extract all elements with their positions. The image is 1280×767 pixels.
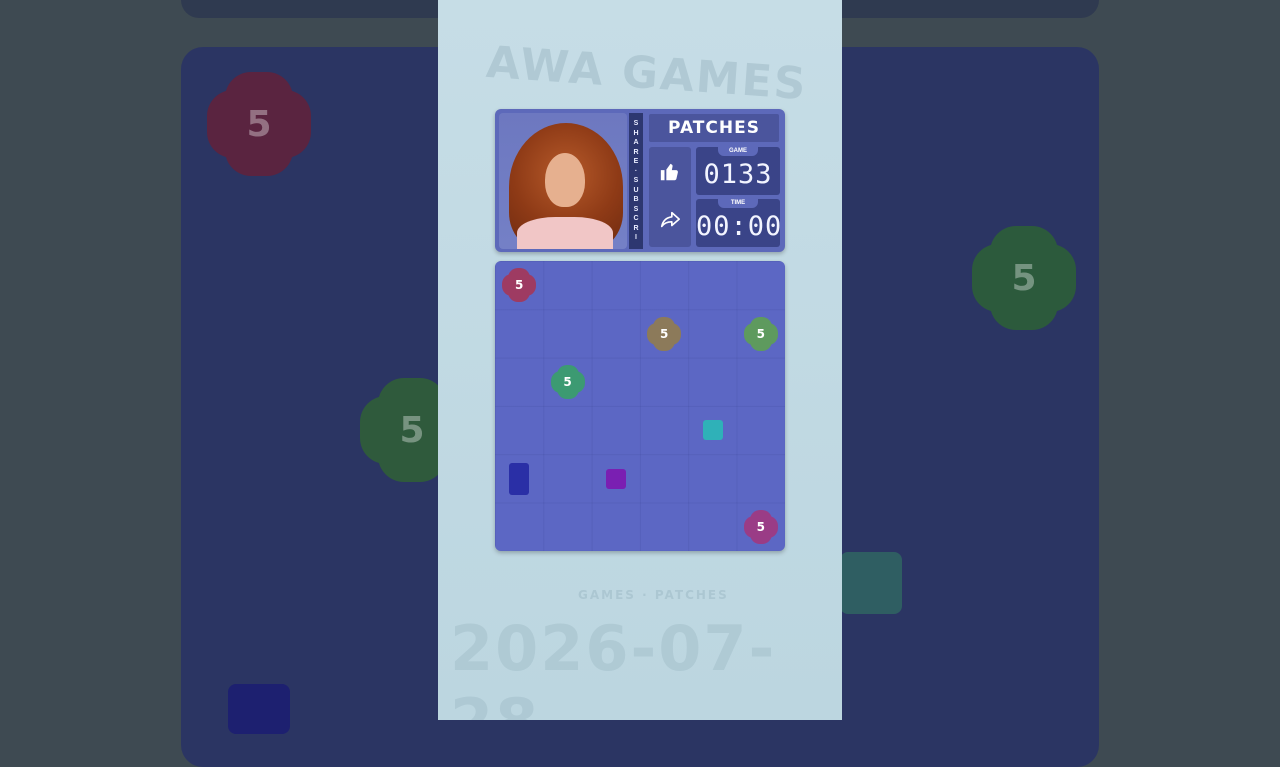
vertical-letter: I xyxy=(635,234,637,242)
backdrop-patch: 5 xyxy=(972,226,1076,330)
vertical-letter: · xyxy=(634,167,638,175)
number-patch[interactable]: 5 xyxy=(502,268,537,303)
vertical-letter: S xyxy=(633,177,639,185)
game-counter-label: GAME xyxy=(718,147,758,156)
time-counter-value: 00:00 xyxy=(696,211,783,242)
backdrop-cell xyxy=(840,552,902,614)
thumbs-up-icon[interactable] xyxy=(649,149,691,195)
share-arrow-icon[interactable] xyxy=(649,197,691,243)
vertical-letter: H xyxy=(633,129,639,137)
patch-number: 5 xyxy=(756,519,765,534)
vertical-letter: E xyxy=(633,158,639,166)
host-photo xyxy=(499,113,627,249)
game-counter: GAME 0133 xyxy=(696,147,780,195)
patch-number: 5 xyxy=(756,326,765,341)
number-patch[interactable]: 5 xyxy=(550,364,585,399)
vertical-letter: C xyxy=(633,215,639,223)
game-header: S H A R E · S U B S C R I PATCHES GAME 0133 TIME 00:… xyxy=(495,109,785,252)
patch-number: 5 xyxy=(514,278,524,293)
time-counter-label: TIME xyxy=(718,199,758,208)
patch-number: 5 xyxy=(563,374,572,389)
action-buttons xyxy=(649,147,691,247)
vertical-letter: A xyxy=(633,139,639,147)
number-patch[interactable]: 5 xyxy=(743,316,778,351)
backdrop-cell xyxy=(228,684,290,734)
backdrop-patch: 5 xyxy=(207,72,311,176)
vertical-letter: R xyxy=(633,224,639,232)
colored-cell[interactable] xyxy=(509,462,530,495)
watermark-title: AWA GAMES xyxy=(484,36,810,111)
number-patch[interactable]: 5 xyxy=(743,509,778,544)
vertical-letter: U xyxy=(633,186,639,194)
watermark-subtext: GAMES · PATCHES xyxy=(578,588,729,602)
time-counter: TIME 00:00 xyxy=(696,199,783,247)
game-title: PATCHES xyxy=(649,114,779,142)
number-patch[interactable]: 5 xyxy=(647,316,682,351)
share-subscribe-vertical-text: S H A R E · S U B S C R I xyxy=(629,113,643,249)
vertical-letter: S xyxy=(633,120,639,128)
vertical-letter: R xyxy=(633,148,639,156)
watermark-date: 2026-07-28 xyxy=(450,612,777,720)
colored-cell[interactable] xyxy=(605,468,626,489)
colored-cell[interactable] xyxy=(702,420,723,441)
game-counter-value: 0133 xyxy=(703,159,773,190)
vertical-letter: S xyxy=(633,205,639,213)
patch-number: 5 xyxy=(659,326,669,341)
game-board[interactable]: 5 5 5 5 5 xyxy=(495,261,785,551)
vertical-letter: B xyxy=(633,196,639,204)
